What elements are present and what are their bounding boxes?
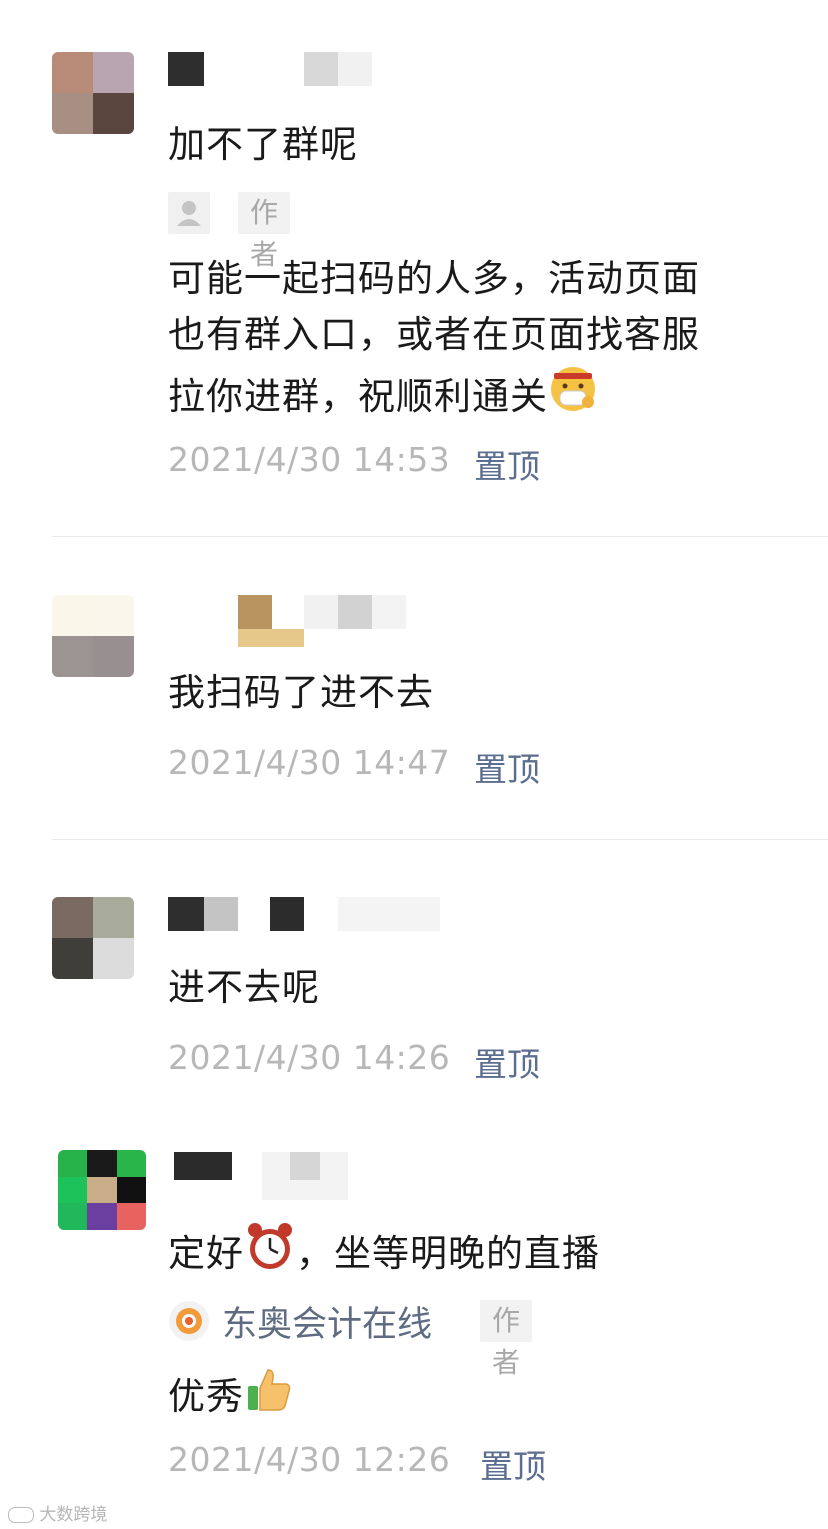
- comment-time: 2021/4/30 12:26: [168, 1440, 451, 1479]
- pin-button[interactable]: 置顶: [474, 440, 540, 488]
- thumbs-up-icon: [244, 1364, 294, 1433]
- comment-text: 我扫码了进不去: [168, 671, 434, 714]
- author-name[interactable]: 东奥会计在线: [222, 1296, 432, 1347]
- avatar[interactable]: [52, 897, 134, 979]
- comment-text: 加不了群呢: [168, 123, 358, 166]
- reply-text: 拉你进群，祝顺利通关: [168, 375, 548, 418]
- pin-button[interactable]: 置顶: [480, 1440, 546, 1488]
- watermark: 大数跨境: [8, 1500, 107, 1525]
- reply-text: 优秀: [168, 1364, 294, 1433]
- comment-time: 2021/4/30 14:53: [168, 440, 451, 479]
- author-tag: 作者: [238, 192, 291, 271]
- comment-time: 2021/4/30 14:26: [168, 1038, 451, 1077]
- comment-time: 2021/4/30 14:47: [168, 743, 451, 782]
- avatar[interactable]: [52, 52, 134, 134]
- author-tag: 作者: [480, 1300, 533, 1379]
- reply-text-line-2: 也有群入口，或者在页面找客服: [168, 313, 700, 356]
- author-avatar-icon: [168, 192, 210, 234]
- reply-text-line-3: 拉你进群，祝顺利通关: [168, 364, 598, 433]
- mask-face-icon: [548, 364, 598, 433]
- reply-text-line-1: 可能一起扫码的人多，活动页面: [168, 257, 700, 300]
- divider: [52, 839, 828, 840]
- author-logo-icon: [168, 1300, 210, 1342]
- watermark-logo-icon: [8, 1507, 34, 1523]
- reply-text-content: 优秀: [168, 1375, 244, 1418]
- comment-text: 定好 ，坐等明晚的直播: [168, 1220, 600, 1291]
- alarm-clock-icon: [244, 1220, 296, 1291]
- divider: [52, 536, 828, 537]
- comment-text-end: ，坐等明晚的直播: [296, 1232, 600, 1275]
- watermark-text: 大数跨境: [39, 1505, 108, 1525]
- avatar[interactable]: [58, 1150, 146, 1230]
- comment-text-start: 定好: [168, 1232, 244, 1275]
- pin-button[interactable]: 置顶: [474, 743, 540, 791]
- avatar[interactable]: [52, 595, 134, 677]
- pin-button[interactable]: 置顶: [474, 1038, 540, 1086]
- comment-text: 进不去呢: [168, 966, 320, 1009]
